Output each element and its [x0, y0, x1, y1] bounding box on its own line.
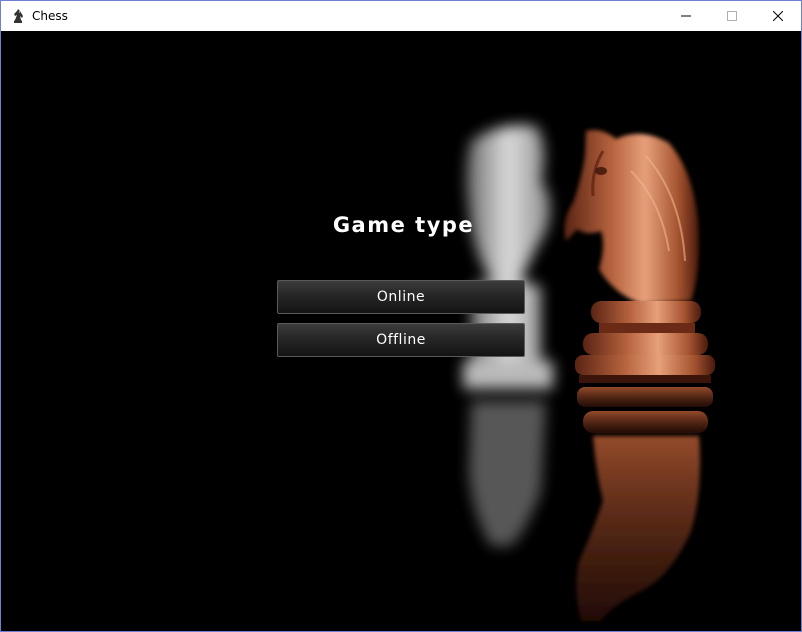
minimize-button[interactable]: [663, 1, 709, 31]
maximize-icon: [727, 11, 737, 21]
minimize-icon: [681, 15, 691, 17]
app-window: Chess Game type Online Offline: [0, 0, 802, 632]
game-type-heading: Game type: [332, 213, 475, 237]
chess-knight-icon: [10, 8, 26, 24]
window-title: Chess: [32, 9, 68, 23]
title-bar[interactable]: Chess: [1, 1, 801, 31]
window-controls: [663, 1, 801, 31]
online-button[interactable]: Online: [277, 280, 525, 314]
copper-knight: [564, 130, 715, 621]
main-menu-screen: Game type Online Offline: [1, 31, 801, 631]
maximize-button[interactable]: [709, 1, 755, 31]
close-button[interactable]: [755, 1, 801, 31]
offline-button[interactable]: Offline: [277, 323, 525, 357]
close-icon: [773, 11, 783, 21]
